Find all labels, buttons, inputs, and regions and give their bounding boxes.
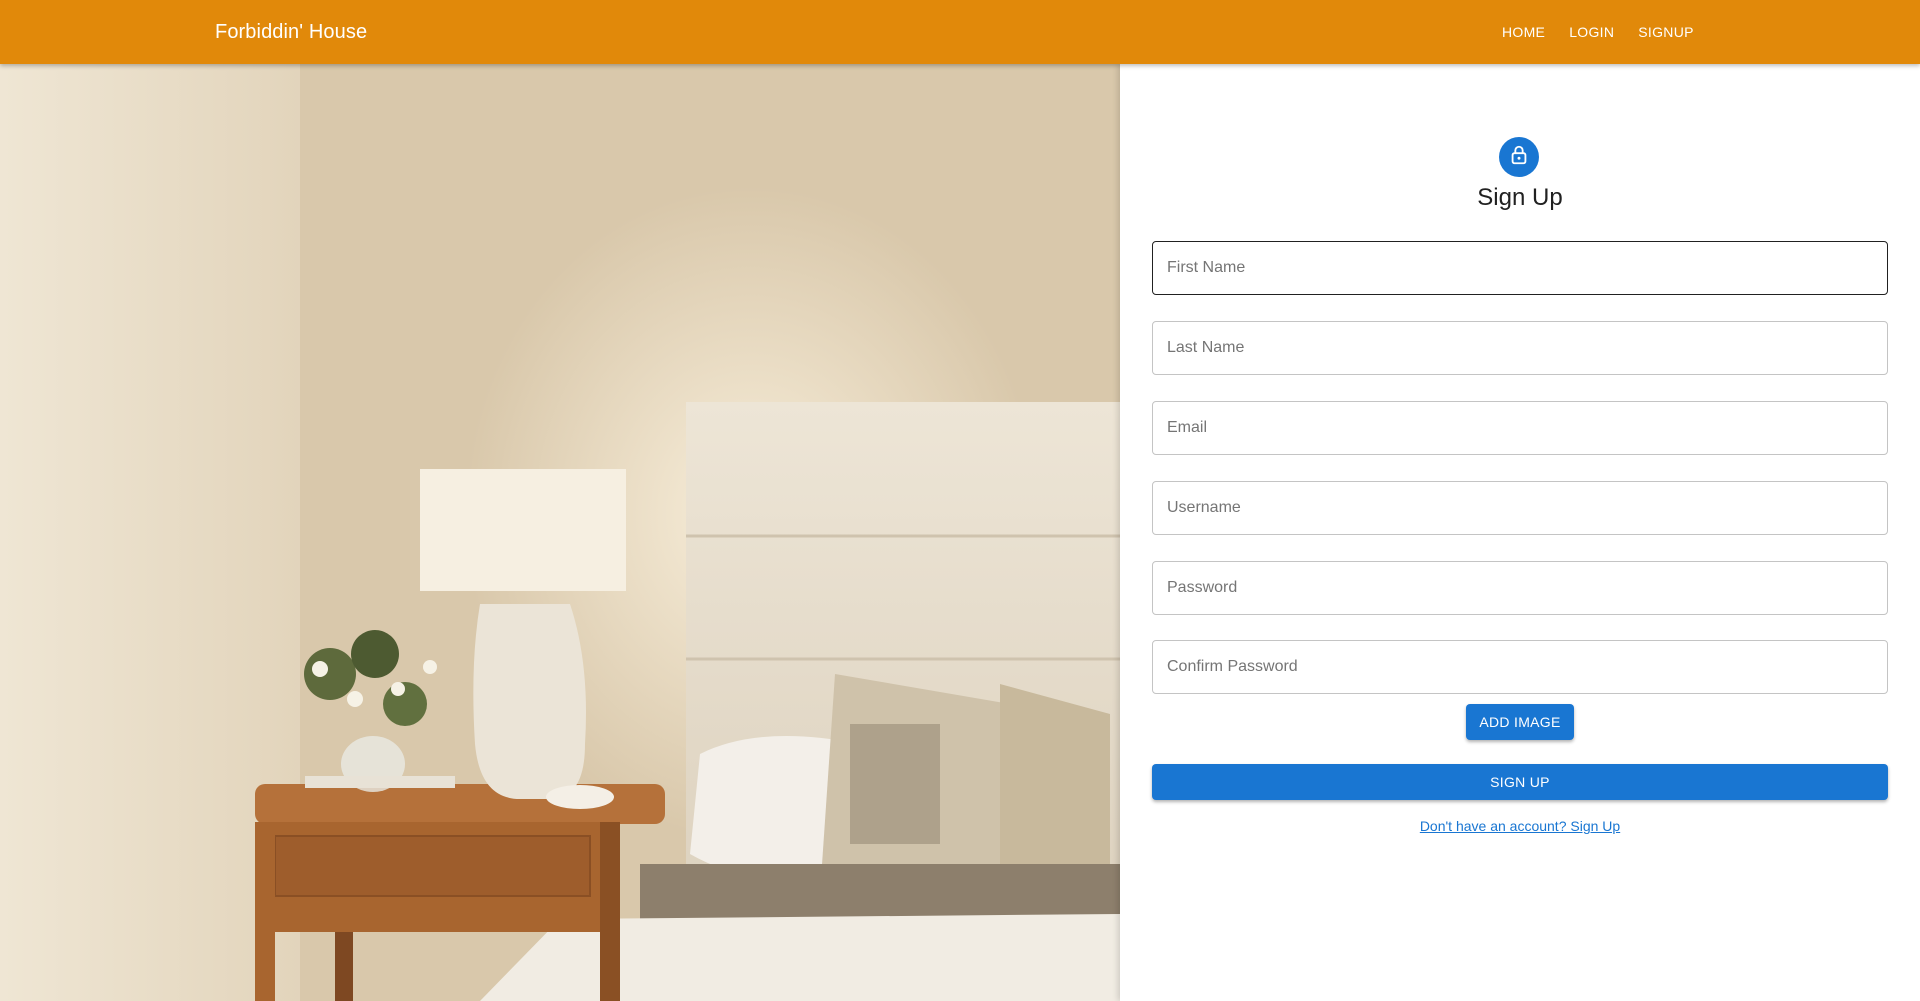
- first-name-field[interactable]: [1152, 241, 1888, 295]
- app-bar: Forbiddin' House HOME LOGIN SIGNUP: [0, 0, 1920, 64]
- first-name-input[interactable]: [1153, 242, 1887, 294]
- last-name-field[interactable]: [1152, 321, 1888, 375]
- password-input[interactable]: [1153, 562, 1887, 614]
- last-name-input[interactable]: [1153, 322, 1887, 374]
- sign-up-button[interactable]: SIGN UP: [1152, 764, 1888, 800]
- username-field[interactable]: [1152, 481, 1888, 535]
- avatar: [1499, 137, 1539, 177]
- confirm-password-input[interactable]: [1153, 641, 1887, 693]
- add-image-button[interactable]: ADD IMAGE: [1466, 704, 1574, 740]
- nav-home[interactable]: HOME: [1494, 18, 1553, 46]
- lock-icon: [1508, 144, 1530, 171]
- account-link[interactable]: Don't have an account? Sign Up: [1420, 818, 1620, 834]
- email-field[interactable]: [1152, 401, 1888, 455]
- nav-login[interactable]: LOGIN: [1561, 18, 1622, 46]
- top-nav: HOME LOGIN SIGNUP: [1494, 0, 1710, 64]
- email-input[interactable]: [1153, 402, 1887, 454]
- signup-panel: Sign Up ADD IMAGE SIGN UP Don't have an …: [1120, 64, 1920, 1001]
- bedroom-photo: [0, 64, 1120, 1001]
- account-link-row: Don't have an account? Sign Up: [1120, 818, 1920, 834]
- page-title: Sign Up: [1477, 184, 1563, 211]
- username-input[interactable]: [1153, 482, 1887, 534]
- confirm-password-field[interactable]: [1152, 640, 1888, 694]
- nav-signup[interactable]: SIGNUP: [1630, 18, 1701, 46]
- hero-image: [0, 64, 1120, 1001]
- password-field[interactable]: [1152, 561, 1888, 615]
- brand-title[interactable]: Forbiddin' House: [215, 0, 367, 64]
